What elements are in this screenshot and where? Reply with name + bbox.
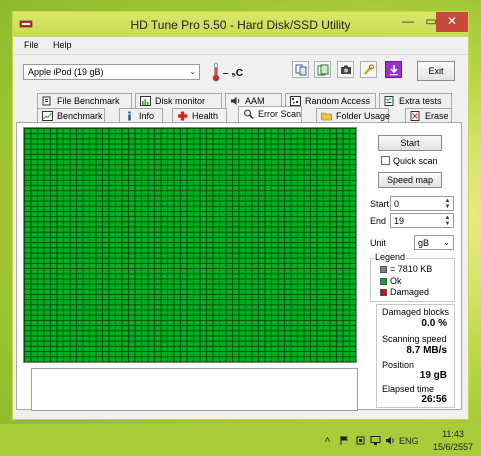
chevron-down-icon: ⌄ xyxy=(443,238,450,247)
tab-label: Health xyxy=(192,111,219,121)
camera-icon xyxy=(340,65,351,74)
thermometer-icon xyxy=(212,62,220,82)
tab-label: Disk monitor xyxy=(155,96,206,106)
scanning-speed-value: 8.7 MB/s xyxy=(406,345,447,356)
info-icon xyxy=(128,111,131,121)
erase-icon xyxy=(410,111,420,121)
drive-select[interactable]: Apple iPod (19 gB) ⌄ xyxy=(23,64,200,80)
copy-text-button[interactable] xyxy=(292,61,309,78)
flag-icon[interactable] xyxy=(339,435,350,446)
temperature-value: – ₅C xyxy=(223,68,244,79)
title-bar[interactable]: HD Tune Pro 5.50 - Hard Disk/SSD Utility… xyxy=(13,12,468,37)
random-access-icon xyxy=(290,96,301,106)
disk-monitor-icon xyxy=(140,96,151,106)
position-value: 19 gB xyxy=(419,370,447,381)
tab-label: Random Access xyxy=(305,96,371,106)
chevron-up-icon[interactable]: ˄ xyxy=(322,435,333,446)
damaged-blocks-value: 0.0 % xyxy=(421,318,447,329)
position-label: Position xyxy=(382,360,415,370)
tab-extra-tests[interactable]: Extra tests xyxy=(379,93,452,108)
scan-block-map xyxy=(23,127,357,363)
legend-ok-label: Ok xyxy=(390,276,402,286)
tab-error-scan[interactable]: Error Scan xyxy=(238,106,302,123)
tab-label: Benchmark xyxy=(57,111,103,121)
drive-select-value: Apple iPod (19 gB) xyxy=(28,67,104,77)
screenshot-button[interactable] xyxy=(337,61,354,78)
unit-select[interactable]: gB ⌄ xyxy=(414,235,454,250)
taskbar: ˄ ENG 11:43 15/6/2557 xyxy=(0,424,481,456)
extra-tests-icon xyxy=(384,96,394,106)
spin-down-icon[interactable]: ▼ xyxy=(443,221,452,227)
close-button[interactable]: ✕ xyxy=(436,12,468,32)
device-icon[interactable] xyxy=(355,435,366,446)
tab-benchmark[interactable]: Benchmark xyxy=(37,108,105,123)
end-field-label: End xyxy=(370,216,387,226)
tools-icon xyxy=(363,64,374,75)
elapsed-time-label: Elapsed time xyxy=(382,384,435,394)
magnifier-icon xyxy=(244,109,254,119)
tab-label: AAM xyxy=(245,96,265,106)
monitor-icon[interactable] xyxy=(370,435,381,446)
tab-label: Erase xyxy=(425,111,449,121)
start-scan-button[interactable]: Start xyxy=(378,135,442,151)
exit-button[interactable]: Exit xyxy=(417,61,455,81)
copy-icon xyxy=(295,64,306,75)
language-indicator[interactable]: ENG xyxy=(399,436,419,446)
tab-disk-monitor[interactable]: Disk monitor xyxy=(135,93,222,108)
tab-info[interactable]: Info xyxy=(119,108,163,123)
menu-file[interactable]: File xyxy=(24,40,39,50)
folder-icon xyxy=(321,112,332,121)
tab-folder-usage[interactable]: Folder Usage xyxy=(316,108,391,123)
damaged-blocks-label: Damaged blocks xyxy=(382,307,450,317)
menu-help[interactable]: Help xyxy=(53,40,72,50)
start-input[interactable]: 0 ▲ ▼ xyxy=(390,196,454,211)
unit-label: Unit xyxy=(370,238,387,248)
quick-scan-label: Quick scan xyxy=(393,156,438,166)
start-input-value: 0 xyxy=(394,199,400,209)
scanning-speed-label: Scanning speed xyxy=(382,334,447,344)
legend-title: Legend xyxy=(374,252,407,262)
end-input-value: 19 xyxy=(394,216,405,226)
tab-label: Info xyxy=(139,111,155,121)
minimize-button[interactable]: — xyxy=(397,12,419,32)
legend-ok-swatch xyxy=(380,278,387,285)
menu-bar: File Help xyxy=(13,38,468,53)
legend-damaged-swatch xyxy=(380,289,387,296)
end-input[interactable]: 19 ▲ ▼ xyxy=(390,213,454,228)
start-field-label: Start xyxy=(370,199,390,209)
speed-map-button[interactable]: Speed map xyxy=(378,172,442,188)
download-arrow-icon xyxy=(389,64,398,75)
save-button[interactable] xyxy=(385,61,402,78)
tab-label: Error Scan xyxy=(258,109,302,119)
clock-time[interactable]: 11:43 xyxy=(433,429,473,439)
scan-log xyxy=(31,368,358,411)
tab-health[interactable]: Health xyxy=(172,108,227,123)
unit-select-value: gB xyxy=(418,238,430,248)
tab-label: Folder Usage xyxy=(336,111,391,121)
copy-info-button[interactable] xyxy=(314,61,331,78)
tab-erase[interactable]: Erase xyxy=(405,108,452,123)
clock-date[interactable]: 15/6/2557 xyxy=(430,442,476,452)
volume-icon[interactable] xyxy=(385,435,396,446)
legend-block-swatch xyxy=(380,266,387,273)
speaker-icon xyxy=(231,97,240,105)
legend-block-label: = 7810 KB xyxy=(390,264,433,274)
quick-scan-checkbox[interactable] xyxy=(381,156,390,165)
tab-label: Extra tests xyxy=(399,96,442,106)
options-button[interactable] xyxy=(360,61,377,78)
tab-file-benchmark[interactable]: File Benchmark xyxy=(37,93,132,108)
chevron-down-icon: ⌄ xyxy=(189,67,196,76)
toolbar: Apple iPod (19 gB) ⌄ – ₅C Exit xyxy=(13,54,468,91)
file-benchmark-icon xyxy=(42,96,51,106)
legend-damaged-label: Damaged xyxy=(390,287,430,297)
benchmark-icon xyxy=(42,111,53,121)
tab-label: File Benchmark xyxy=(57,96,120,106)
clipboard-icon xyxy=(317,64,328,75)
elapsed-time-value: 26:56 xyxy=(421,394,447,405)
spin-down-icon[interactable]: ▼ xyxy=(443,204,452,210)
health-cross-icon xyxy=(178,111,187,121)
